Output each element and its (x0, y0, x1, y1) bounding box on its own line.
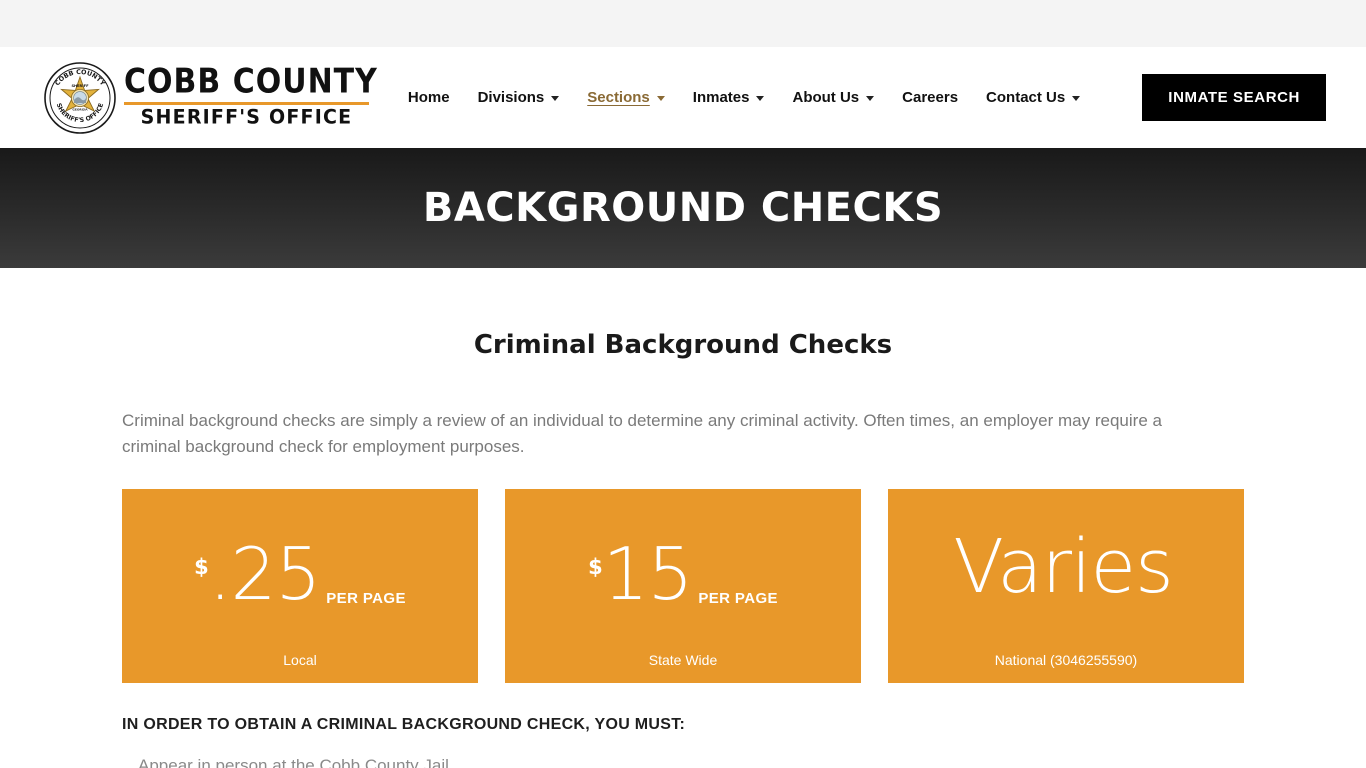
price-unit: PER PAGE (326, 590, 406, 608)
price-row: $ 15 PER PAGE (505, 532, 861, 616)
pricing-cards: $ .25 PER PAGE Local $ 15 PER PAGE State… (122, 489, 1244, 683)
nav-label: About Us (792, 89, 860, 106)
chevron-down-icon (656, 96, 665, 101)
nav-label: Inmates (692, 89, 750, 106)
nav-label: Divisions (477, 89, 545, 106)
requirements-heading: IN ORDER TO OBTAIN A CRIMINAL BACKGROUND… (122, 716, 686, 733)
nav-item-about-us[interactable]: About Us (778, 83, 888, 112)
price-row: Varies (888, 524, 1244, 610)
svg-text:SHERIFF: SHERIFF (71, 83, 89, 87)
pricing-card-state-wide: $ 15 PER PAGE State Wide (505, 489, 861, 683)
top-bar (0, 0, 1366, 47)
nav-item-careers[interactable]: Careers (888, 83, 972, 112)
currency-symbol: $ (588, 555, 603, 579)
nav-label: Sections (587, 89, 650, 106)
price-row: $ .25 PER PAGE (122, 532, 478, 616)
nav-item-home[interactable]: Home (394, 83, 464, 112)
svg-text:GEORGIA: GEORGIA (72, 107, 88, 111)
chevron-down-icon (866, 96, 875, 101)
list-item: Appear in person at the Cobb County Jail… (138, 756, 454, 768)
pricing-card-local: $ .25 PER PAGE Local (122, 489, 478, 683)
pricing-card-label: Local (283, 652, 317, 668)
wordmark-bottom: SHERIFF'S OFFICE (140, 104, 353, 129)
currency-symbol: $ (194, 555, 209, 579)
sheriff-badge-icon: COBB COUNTY SHERIFF'S OFFICE SHERIFF GEO… (44, 61, 116, 134)
price-amount: Varies (953, 524, 1173, 610)
requirements-list: Appear in person at the Cobb County Jail… (122, 753, 1244, 768)
site-header: COBB COUNTY SHERIFF'S OFFICE SHERIFF GEO… (0, 47, 1366, 148)
price-unit: PER PAGE (698, 590, 778, 608)
site-logo[interactable]: COBB COUNTY SHERIFF'S OFFICE SHERIFF GEO… (44, 61, 378, 134)
logo-wordmark: COBB COUNTY SHERIFF'S OFFICE (124, 64, 378, 129)
nav-label: Contact Us (986, 89, 1066, 106)
intro-paragraph: Criminal background checks are simply a … (122, 411, 1162, 456)
price-amount: .25 (208, 532, 322, 616)
nav-label: Careers (902, 89, 959, 106)
main-navigation: Home Divisions Sections Inmates About Us… (394, 83, 1142, 112)
chevron-down-icon (551, 96, 560, 101)
nav-label: Home (407, 89, 450, 106)
pricing-card-label: State Wide (648, 652, 718, 668)
wordmark-divider (124, 101, 369, 105)
wordmark-top: COBB COUNTY (124, 61, 378, 101)
main-content: Criminal Background Checks Criminal back… (0, 330, 1366, 768)
chevron-down-icon (1072, 96, 1081, 101)
chevron-down-icon (756, 96, 765, 101)
price-amount: 15 (602, 532, 694, 616)
inmate-search-button[interactable]: INMATE SEARCH (1142, 74, 1326, 121)
nav-item-contact-us[interactable]: Contact Us (972, 83, 1094, 112)
nav-item-inmates[interactable]: Inmates (679, 83, 779, 112)
nav-item-divisions[interactable]: Divisions (464, 83, 574, 112)
pricing-card-label: National (3046255590) (994, 652, 1138, 668)
pricing-card-national: Varies National (3046255590) (888, 489, 1244, 683)
nav-item-sections[interactable]: Sections (573, 83, 679, 112)
page-title: BACKGROUND CHECKS (422, 185, 944, 231)
page-banner: BACKGROUND CHECKS (0, 148, 1366, 268)
section-title: Criminal Background Checks (473, 330, 893, 360)
